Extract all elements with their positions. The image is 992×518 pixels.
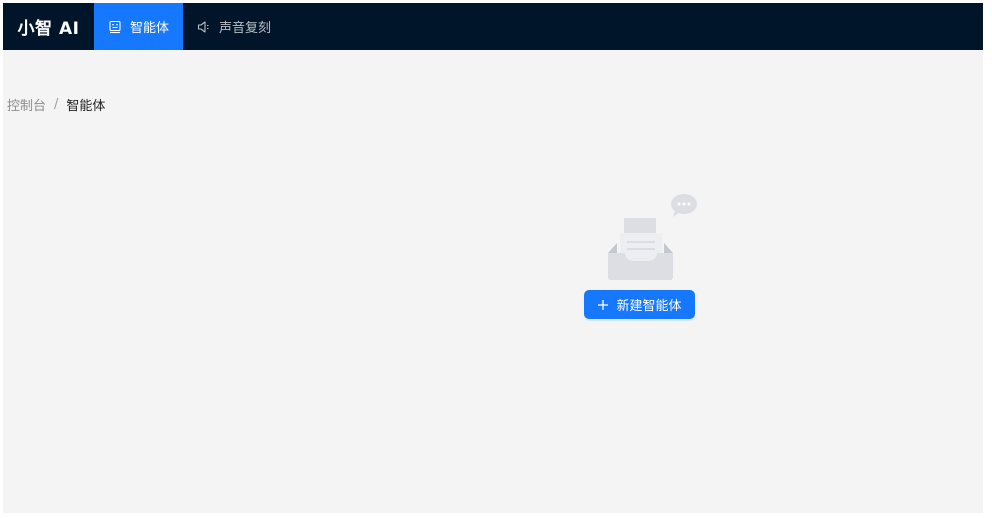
agent-icon	[108, 20, 122, 34]
nav-item-label: 声音复刻	[219, 21, 272, 36]
breadcrumb-separator: /	[54, 97, 59, 112]
breadcrumb-root[interactable]: 控制台	[7, 95, 46, 114]
breadcrumb-current: 智能体	[66, 99, 106, 114]
new-agent-button[interactable]: 新建智能体	[584, 290, 695, 319]
sound-icon	[197, 20, 211, 34]
nav-item-voice-clone[interactable]: 声音复刻	[183, 3, 285, 50]
plus-icon	[597, 299, 609, 311]
nav-item-agents[interactable]: 智能体	[94, 3, 184, 50]
empty-inbox-icon	[603, 190, 699, 282]
breadcrumb: 控制台 / 智能体	[7, 95, 105, 114]
new-agent-button-label: 新建智能体	[616, 299, 682, 314]
app-frame: 小智 AI 智能体 声音复刻 控制台 / 智能体 新建智能体	[3, 3, 983, 513]
app-logo[interactable]: 小智 AI	[3, 3, 94, 50]
top-navigation-bar: 小智 AI 智能体 声音复刻	[3, 3, 983, 50]
nav-item-label: 智能体	[130, 21, 170, 36]
